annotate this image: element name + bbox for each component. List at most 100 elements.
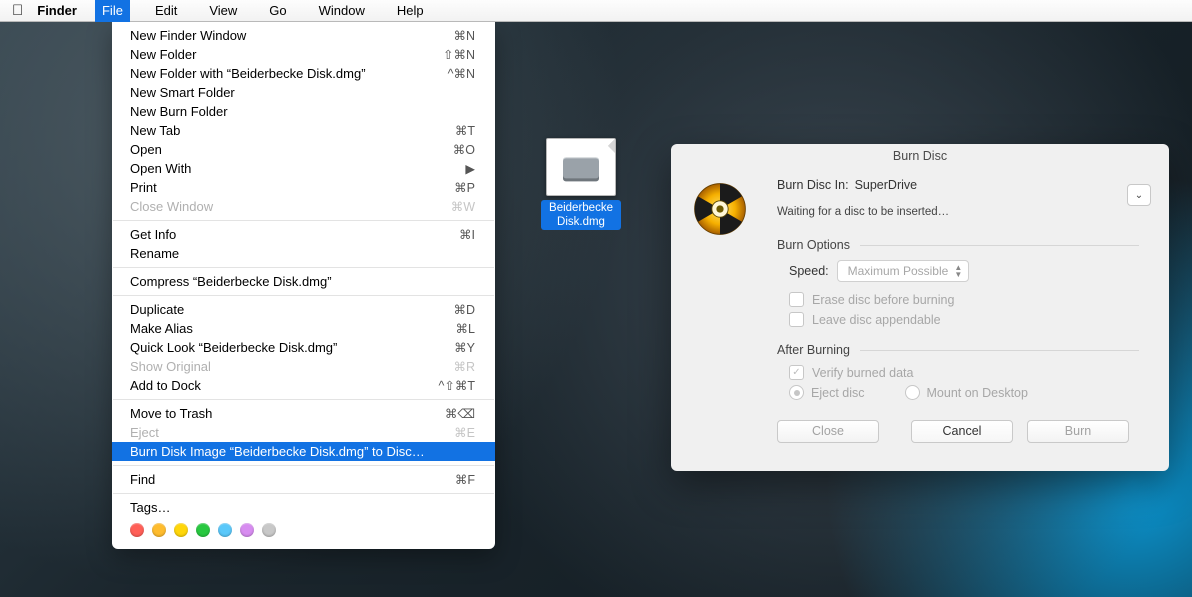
menubar-app-name[interactable]: Finder <box>37 3 77 18</box>
erase-checkbox-row[interactable]: Erase disc before burning <box>789 292 1139 307</box>
menu-item-shortcut: ⌘T <box>455 123 475 138</box>
updown-arrows-icon: ▲▼ <box>954 264 962 278</box>
dialog-title: Burn Disc <box>671 144 1169 166</box>
menu-item-shortcut: ⌘F <box>455 472 475 487</box>
menu-item-label: Eject <box>130 425 440 440</box>
menu-item-label: Open <box>130 142 439 157</box>
file-menu-item[interactable]: New Folder with “Beiderbecke Disk.dmg” ^⌘… <box>112 64 495 83</box>
verify-checkbox-row[interactable]: ✓ Verify burned data <box>789 365 1139 380</box>
menubar-item-file[interactable]: File <box>95 0 130 22</box>
appendable-checkbox-label: Leave disc appendable <box>812 313 941 327</box>
tags-color-row <box>112 517 495 539</box>
eject-radio-button[interactable] <box>789 385 804 400</box>
menu-item-shortcut: ▶ <box>465 161 475 176</box>
file-menu-item[interactable]: Burn Disk Image “Beiderbecke Disk.dmg” t… <box>112 442 495 461</box>
file-menu-item[interactable]: Open ⌘O <box>112 140 495 159</box>
file-menu-item[interactable]: New Smart Folder <box>112 83 495 102</box>
verify-checkbox-label: Verify burned data <box>812 366 913 380</box>
file-menu-item[interactable]: Compress “Beiderbecke Disk.dmg” <box>112 272 495 291</box>
menu-item-shortcut: ⇧⌘N <box>443 47 475 62</box>
burn-drive-value: SuperDrive <box>855 178 918 192</box>
menubar-item-window[interactable]: Window <box>312 0 372 22</box>
menu-item-label: New Tab <box>130 123 441 138</box>
burn-disc-icon <box>691 180 749 238</box>
file-menu-item[interactable]: Get Info ⌘I <box>112 225 495 244</box>
file-menu-item[interactable]: Move to Trash ⌘⌫ <box>112 404 495 423</box>
tag-color-dot[interactable] <box>174 523 188 537</box>
file-menu-item[interactable]: New Burn Folder <box>112 102 495 121</box>
file-menu-item[interactable]: Open With▶ <box>112 159 495 178</box>
file-menu-item[interactable]: New Finder Window⌘N <box>112 26 495 45</box>
menu-item-shortcut: ⌘L <box>456 321 475 336</box>
burn-drive-label: Burn Disc In: <box>777 178 849 192</box>
file-menu-item[interactable]: Duplicate ⌘D <box>112 300 495 319</box>
tag-color-dot[interactable] <box>218 523 232 537</box>
menubar-item-go[interactable]: Go <box>262 0 293 22</box>
file-menu-item[interactable]: New Folder⇧⌘N <box>112 45 495 64</box>
verify-checkbox[interactable]: ✓ <box>789 365 804 380</box>
apple-menu-icon[interactable]:  <box>12 0 23 22</box>
cancel-button[interactable]: Cancel <box>911 420 1013 443</box>
after-burning-header: After Burning <box>777 343 850 357</box>
menu-item-label: Print <box>130 180 440 195</box>
chevron-down-icon: ⌄ <box>1135 190 1143 201</box>
tag-color-dot[interactable] <box>262 523 276 537</box>
menu-item-label: Quick Look “Beiderbecke Disk.dmg” <box>130 340 440 355</box>
menubar-item-edit[interactable]: Edit <box>148 0 184 22</box>
speed-select[interactable]: Maximum Possible ▲▼ <box>837 260 970 282</box>
menu-item-label: New Burn Folder <box>130 104 475 119</box>
menu-item-shortcut: ⌘⌫ <box>445 406 475 421</box>
menu-separator <box>113 220 494 221</box>
menu-item-shortcut: ^⌘N <box>448 66 475 81</box>
menubar-item-view[interactable]: View <box>202 0 244 22</box>
tag-color-dot[interactable] <box>240 523 254 537</box>
file-menu-item[interactable]: Rename <box>112 244 495 263</box>
eject-radio[interactable]: Eject disc <box>789 385 865 400</box>
menu-item-label: Duplicate <box>130 302 439 317</box>
menu-item-shortcut: ⌘O <box>453 142 475 157</box>
menu-item-shortcut: ⌘P <box>454 180 475 195</box>
menu-item-label: Get Info <box>130 227 445 242</box>
menu-separator <box>113 267 494 268</box>
mount-radio-button[interactable] <box>905 385 920 400</box>
appendable-checkbox[interactable] <box>789 312 804 327</box>
menu-separator <box>113 465 494 466</box>
burn-status-text: Waiting for a disc to be inserted… <box>777 192 1147 238</box>
desktop-icon-dmg[interactable]: Beiderbecke Disk.dmg <box>541 138 621 230</box>
menu-item-label: Add to Dock <box>130 378 425 393</box>
dmg-file-icon <box>546 138 616 196</box>
menu-item-label: New Folder with “Beiderbecke Disk.dmg” <box>130 66 434 81</box>
mount-radio[interactable]: Mount on Desktop <box>905 385 1028 400</box>
menu-item-label: Compress “Beiderbecke Disk.dmg” <box>130 274 475 289</box>
menu-item-label: Make Alias <box>130 321 442 336</box>
file-menu-item[interactable]: Find⌘F <box>112 470 495 489</box>
menubar:  Finder File Edit View Go Window Help <box>0 0 1192 22</box>
menu-item-label: Rename <box>130 246 475 261</box>
menubar-item-help[interactable]: Help <box>390 0 431 22</box>
file-menu-item[interactable]: Tags… <box>112 498 495 517</box>
appendable-checkbox-row[interactable]: Leave disc appendable <box>789 312 1139 327</box>
file-menu-item[interactable]: Add to Dock^⇧⌘T <box>112 376 495 395</box>
menu-item-shortcut: ⌘I <box>459 227 475 242</box>
eject-radio-label: Eject disc <box>811 386 865 400</box>
menu-item-label: Tags… <box>130 500 475 515</box>
tag-color-dot[interactable] <box>196 523 210 537</box>
file-menu-item: Show Original⌘R <box>112 357 495 376</box>
speed-select-value: Maximum Possible <box>848 264 949 278</box>
file-menu-item[interactable]: Print ⌘P <box>112 178 495 197</box>
tag-color-dot[interactable] <box>152 523 166 537</box>
file-menu-dropdown: New Finder Window⌘NNew Folder⇧⌘NNew Fold… <box>112 22 495 549</box>
menu-item-shortcut: ⌘Y <box>454 340 475 355</box>
menu-item-shortcut: ⌘R <box>453 359 475 374</box>
tag-color-dot[interactable] <box>130 523 144 537</box>
burn-button[interactable]: Burn <box>1027 420 1129 443</box>
menu-item-shortcut: ⌘D <box>453 302 475 317</box>
file-menu-item[interactable]: Quick Look “Beiderbecke Disk.dmg” ⌘Y <box>112 338 495 357</box>
file-menu-item[interactable]: New Tab ⌘T <box>112 121 495 140</box>
menu-item-label: Move to Trash <box>130 406 431 421</box>
dialog-expand-toggle[interactable]: ⌄ <box>1127 184 1151 206</box>
erase-checkbox[interactable] <box>789 292 804 307</box>
close-button[interactable]: Close <box>777 420 879 443</box>
file-menu-item[interactable]: Make Alias ⌘L <box>112 319 495 338</box>
burn-options-header: Burn Options <box>777 238 850 252</box>
